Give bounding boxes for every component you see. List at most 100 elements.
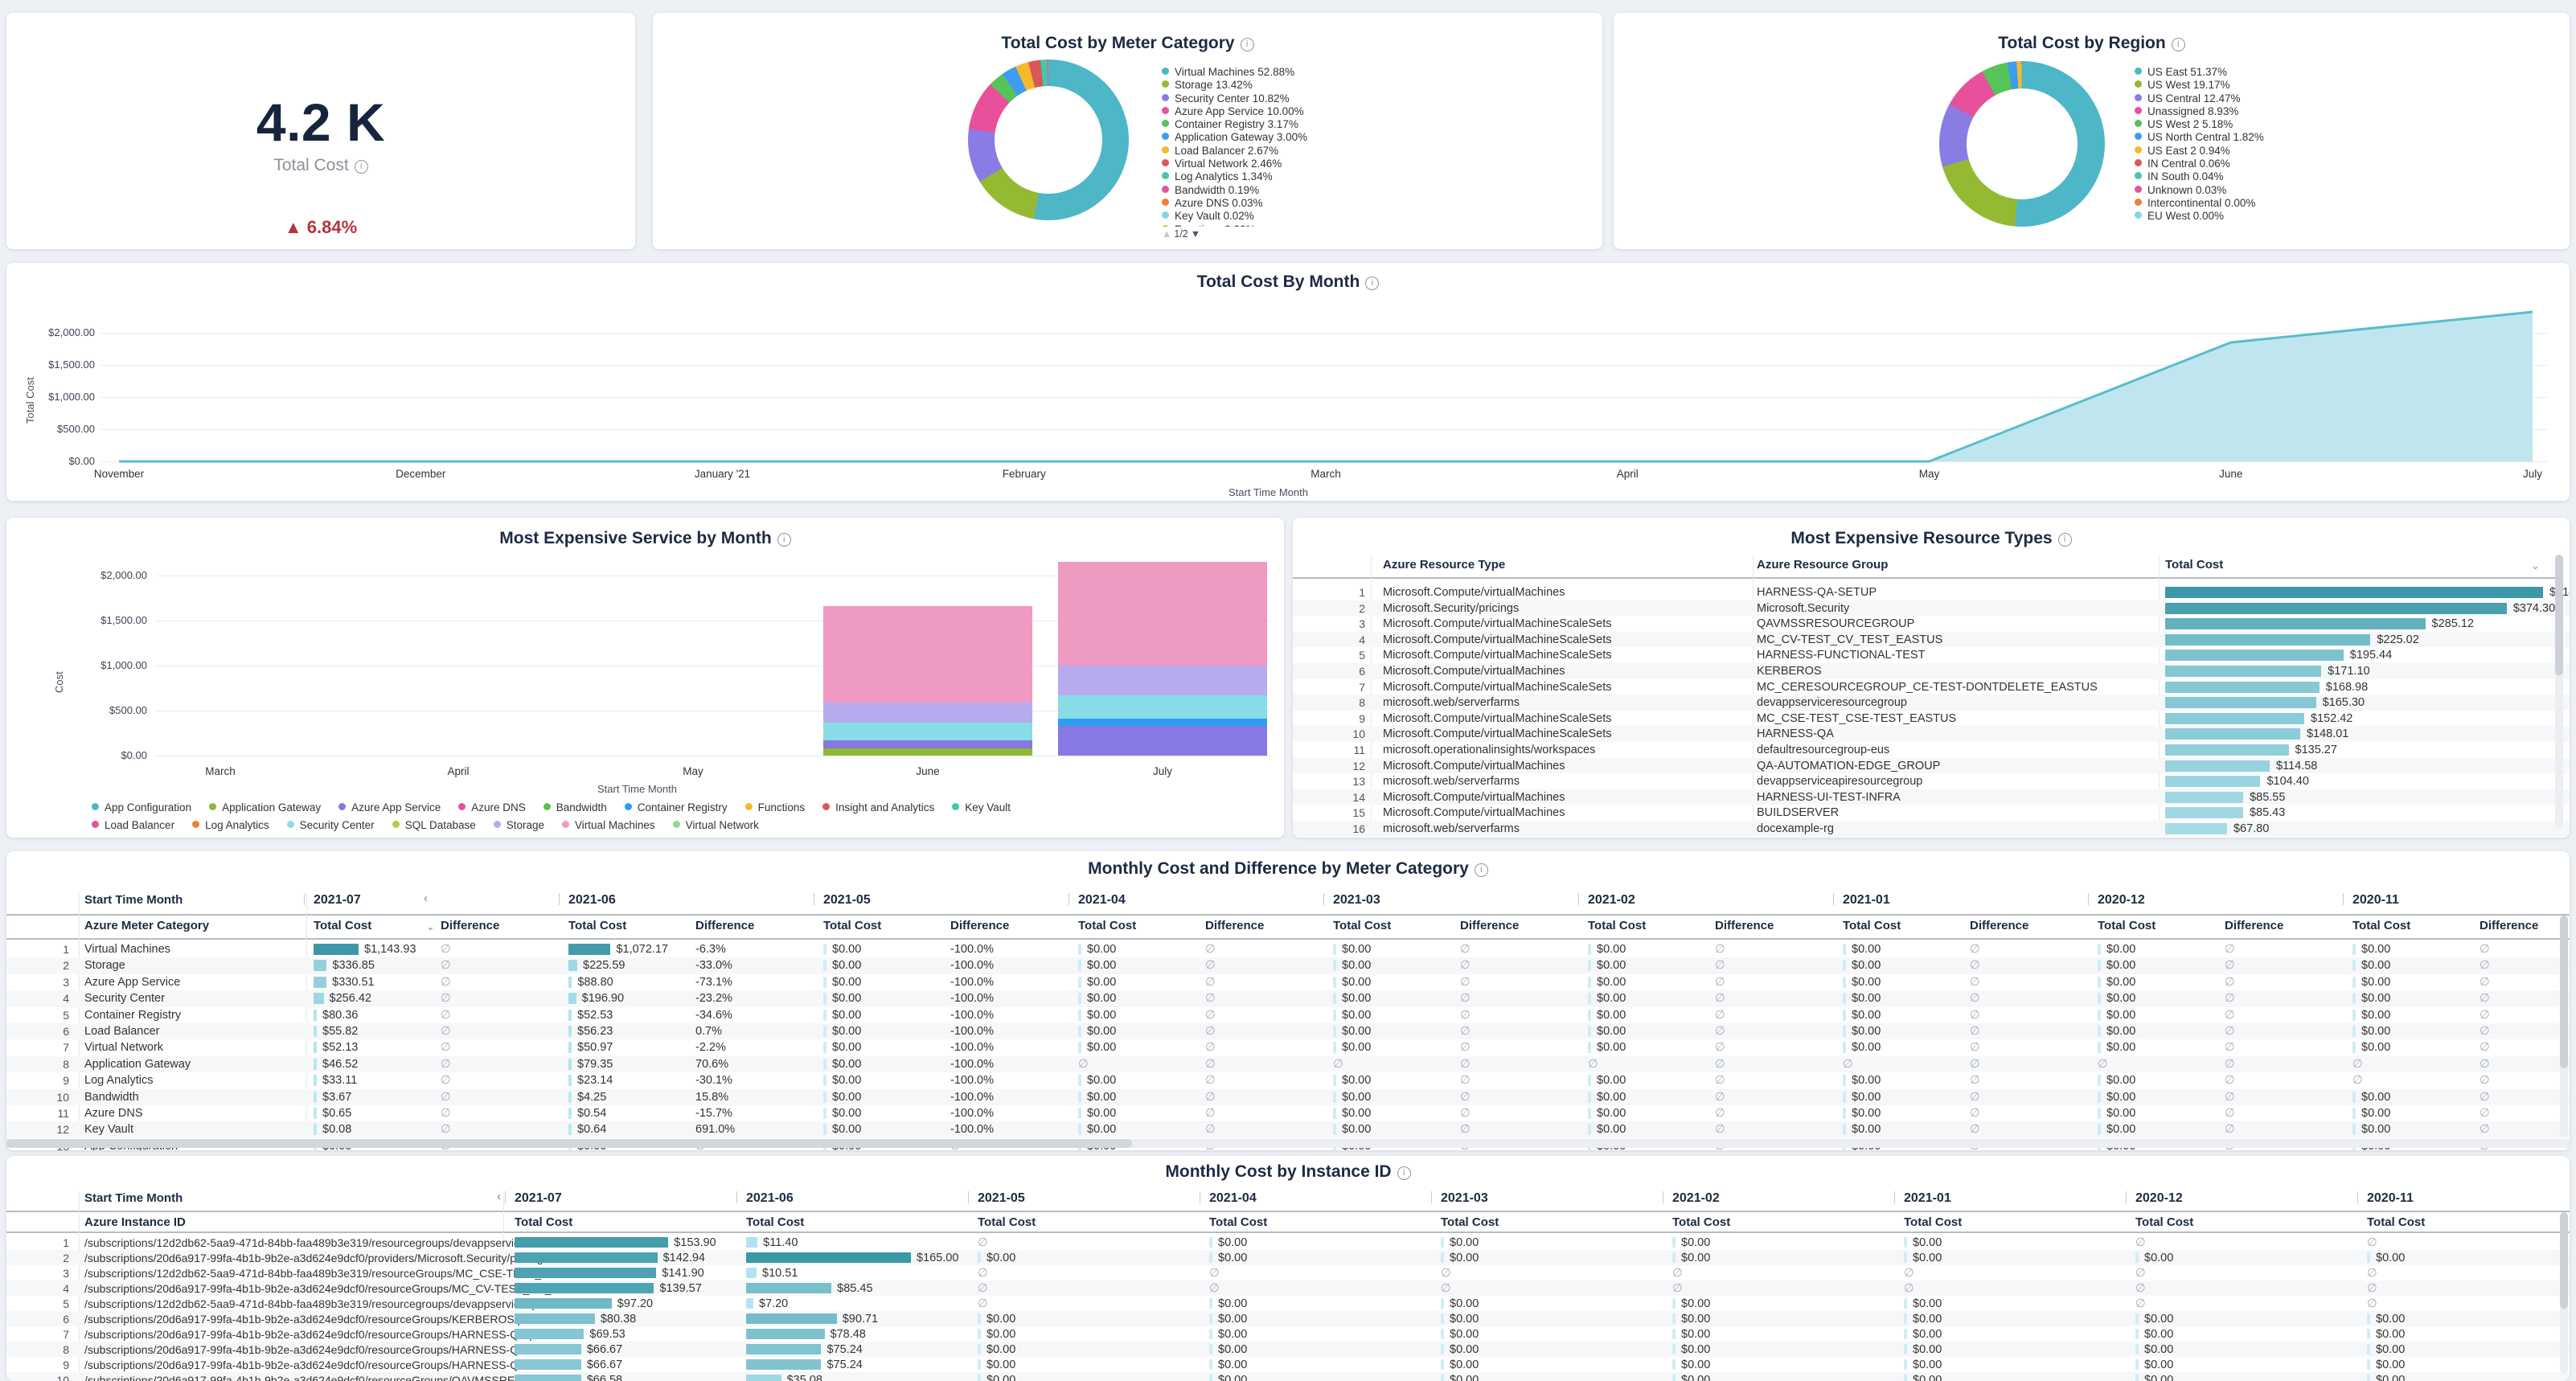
bar-segment-azure-app-service[interactable] xyxy=(1058,726,1267,756)
sort-chevron-icon[interactable]: ⌄ xyxy=(426,920,435,933)
bar-segment-virtual-machines[interactable] xyxy=(1058,562,1267,665)
table-row[interactable]: 6Load Balancer$55.82∅$56.230.7%$0.00-100… xyxy=(6,1023,2570,1039)
col-header-total-cost[interactable]: Total Cost xyxy=(1904,1215,1962,1229)
table-row[interactable]: 3Azure App Service$330.51∅$88.80-73.1%$0… xyxy=(6,974,2570,990)
collapse-chevron-icon[interactable]: ‹ xyxy=(424,891,428,905)
col-header-difference[interactable]: Difference xyxy=(1205,919,1264,932)
col-header-difference[interactable]: Difference xyxy=(2225,919,2283,932)
legend-item-insight-and-analytics[interactable]: Insight and Analytics xyxy=(822,801,934,814)
col-header-total-cost[interactable]: Total Cost xyxy=(1588,919,1646,932)
legend-item-9[interactable]: Unknown 0.03% xyxy=(2135,184,2264,197)
table-row[interactable]: 7Virtual Network$52.13∅$50.97-2.2%$0.00-… xyxy=(6,1039,2570,1055)
col-header-total-cost[interactable]: Total Cost xyxy=(2367,1215,2425,1229)
table-row[interactable]: 9/subscriptions/20d6a917-99fa-4b1b-9b2e-… xyxy=(6,1357,2570,1372)
table-row[interactable]: 10Microsoft.Compute/virtualMachineScaleS… xyxy=(1293,726,2570,742)
col-header-total-cost[interactable]: Total Cost xyxy=(1333,919,1391,932)
legend-item-azure-dns[interactable]: Azure DNS xyxy=(458,801,526,814)
bar-segment-storage[interactable] xyxy=(1058,666,1267,696)
page-down-icon[interactable]: ▼ xyxy=(1191,228,1200,240)
col-header-total-cost[interactable]: Total Cost xyxy=(568,919,626,932)
table-row[interactable]: 2Microsoft.Security/pricingsMicrosoft.Se… xyxy=(1293,600,2570,617)
table-row[interactable]: 6Microsoft.Compute/virtualMachinesKERBER… xyxy=(1293,663,2570,679)
table-row[interactable]: 2Storage$336.85∅$225.59-33.0%$0.00-100.0… xyxy=(6,957,2570,973)
legend-item-8[interactable]: Log Analytics 1.34% xyxy=(1162,170,1307,183)
legend-item-9[interactable]: Bandwidth 0.19% xyxy=(1162,184,1307,197)
legend-item-5[interactable]: US North Central 1.82% xyxy=(2135,131,2264,144)
table-row[interactable]: 13microsoft.web/serverfarmsdevappservice… xyxy=(1293,773,2570,789)
legend-item-6[interactable]: US East 2 0.94% xyxy=(2135,145,2264,158)
col-header-category[interactable]: Azure Meter Category xyxy=(84,919,209,932)
table-row[interactable]: 7Microsoft.Compute/virtualMachineScaleSe… xyxy=(1293,679,2570,695)
collapse-chevron-icon[interactable]: ‹ xyxy=(497,1190,501,1203)
col-header-total-cost[interactable]: Total Cost xyxy=(978,1215,1036,1229)
legend-item-10[interactable]: Azure DNS 0.03% xyxy=(1162,197,1307,210)
legend-item-10[interactable]: Intercontinental 0.00% xyxy=(2135,197,2264,210)
col-header-total-cost[interactable]: Total Cost xyxy=(1672,1215,1730,1229)
table-row[interactable]: 8/subscriptions/20d6a917-99fa-4b1b-9b2e-… xyxy=(6,1342,2570,1357)
legend-item-sql-database[interactable]: SQL Database xyxy=(392,818,476,832)
table-row[interactable]: 8microsoft.web/serverfarmsdevappservicer… xyxy=(1293,695,2570,711)
legend-item-6[interactable]: Load Balancer 2.67% xyxy=(1162,145,1307,158)
col-header-difference[interactable]: Difference xyxy=(2480,919,2538,932)
table-row[interactable]: 14Microsoft.Compute/virtualMachinesHARNE… xyxy=(1293,789,2570,805)
bar-segment-application-gateway[interactable] xyxy=(823,748,1032,756)
legend-item-app-configuration[interactable]: App Configuration xyxy=(92,801,191,814)
col-header-total-cost[interactable]: Total Cost xyxy=(1209,1215,1267,1229)
table-row[interactable]: 3Microsoft.Compute/virtualMachineScaleSe… xyxy=(1293,616,2570,632)
table-row[interactable]: 1Microsoft.Compute/virtualMachinesHARNES… xyxy=(1293,584,2570,600)
legend-item-7[interactable]: Virtual Network 2.46% xyxy=(1162,158,1307,170)
col-header-total-cost[interactable]: Total Cost xyxy=(2135,1215,2193,1229)
table-row[interactable]: 4Security Center$256.42∅$196.90-23.2%$0.… xyxy=(6,990,2570,1006)
bar-segment-security-center[interactable] xyxy=(1058,695,1267,719)
col-header-difference[interactable]: Difference xyxy=(950,919,1009,932)
col-header-resource-group[interactable]: Azure Resource Group xyxy=(1757,558,1888,572)
bar-segment-security-center[interactable] xyxy=(823,723,1032,740)
table-row[interactable]: 1/subscriptions/12d2db62-5aa9-471d-84bb-… xyxy=(6,1235,2570,1250)
col-header-difference[interactable]: Difference xyxy=(1970,919,2028,932)
col-header-difference[interactable]: Difference xyxy=(695,919,754,932)
horizontal-scrollbar-thumb[interactable] xyxy=(6,1139,1132,1148)
legend-item-5[interactable]: Application Gateway 3.00% xyxy=(1162,131,1307,144)
legend-item-1[interactable]: US West 19.17% xyxy=(2135,79,2264,92)
table-row[interactable]: 8Application Gateway$46.52∅$79.3570.6%$0… xyxy=(6,1056,2570,1072)
legend-item-key-vault[interactable]: Key Vault xyxy=(952,801,1011,814)
stacked-bar-chart[interactable]: $0.00$500.00$1,000.00$1,500.00$2,000.00C… xyxy=(6,518,1284,838)
table-row[interactable]: 1Virtual Machines$1,143.93∅$1,072.17-6.3… xyxy=(6,941,2570,957)
bar-segment-container-registry[interactable] xyxy=(1058,719,1267,726)
legend-item-application-gateway[interactable]: Application Gateway xyxy=(209,801,321,814)
legend-item-bandwidth[interactable]: Bandwidth xyxy=(544,801,607,814)
legend-item-7[interactable]: IN Central 0.06% xyxy=(2135,158,2264,170)
table-row[interactable]: 4Microsoft.Compute/virtualMachineScaleSe… xyxy=(1293,632,2570,648)
legend-item-8[interactable]: IN South 0.04% xyxy=(2135,170,2264,183)
col-header-difference[interactable]: Difference xyxy=(1460,919,1519,932)
col-header-total-cost[interactable]: Total Cost xyxy=(1078,919,1136,932)
col-header-total-cost[interactable]: Total Cost xyxy=(2352,919,2410,932)
col-header-total-cost[interactable]: Total Cost xyxy=(314,919,371,932)
bar-segment-virtual-machines[interactable] xyxy=(823,606,1032,703)
legend-item-security-center[interactable]: Security Center xyxy=(287,818,375,832)
meter-category-donut-chart[interactable] xyxy=(968,59,1129,220)
table-row[interactable]: 11Azure DNS$0.65∅$0.54-15.7%$0.00-100.0%… xyxy=(6,1105,2570,1121)
col-header-difference[interactable]: Difference xyxy=(1715,919,1774,932)
col-header-total-cost[interactable]: Total Cost xyxy=(515,1215,572,1229)
table-row[interactable]: 15Microsoft.Compute/virtualMachinesBUILD… xyxy=(1293,805,2570,821)
legend-item-11[interactable]: EU West 0.00% xyxy=(2135,210,2264,223)
vertical-scrollbar-thumb[interactable] xyxy=(2560,916,2568,1068)
legend-item-2[interactable]: US Central 12.47% xyxy=(2135,92,2264,105)
table-row[interactable]: 10/subscriptions/20d6a917-99fa-4b1b-9b2e… xyxy=(6,1372,2570,1381)
col-header-total-cost[interactable]: Total Cost xyxy=(746,1215,804,1229)
legend-item-virtual-network[interactable]: Virtual Network xyxy=(673,818,759,832)
legend-item-container-registry[interactable]: Container Registry xyxy=(625,801,728,814)
legend-item-11[interactable]: Key Vault 0.02% xyxy=(1162,210,1307,223)
legend-item-log-analytics[interactable]: Log Analytics xyxy=(192,818,269,832)
col-header-total-cost[interactable]: Total Cost xyxy=(1843,919,1901,932)
legend-item-1[interactable]: Storage 13.42% xyxy=(1162,79,1307,92)
region-donut-chart[interactable] xyxy=(1939,61,2105,227)
table-row[interactable]: 10Bandwidth$3.67∅$4.2515.8%$0.00-100.0%$… xyxy=(6,1089,2570,1105)
table-row[interactable]: 3/subscriptions/12d2db62-5aa9-471d-84bb-… xyxy=(6,1265,2570,1281)
legend-item-virtual-machines[interactable]: Virtual Machines xyxy=(562,818,655,832)
col-header-total-cost[interactable]: Total Cost xyxy=(823,919,881,932)
legend-item-0[interactable]: US East 51.37% xyxy=(2135,66,2264,79)
info-icon[interactable]: i xyxy=(1241,38,1254,51)
bar-segment-storage[interactable] xyxy=(823,703,1032,723)
